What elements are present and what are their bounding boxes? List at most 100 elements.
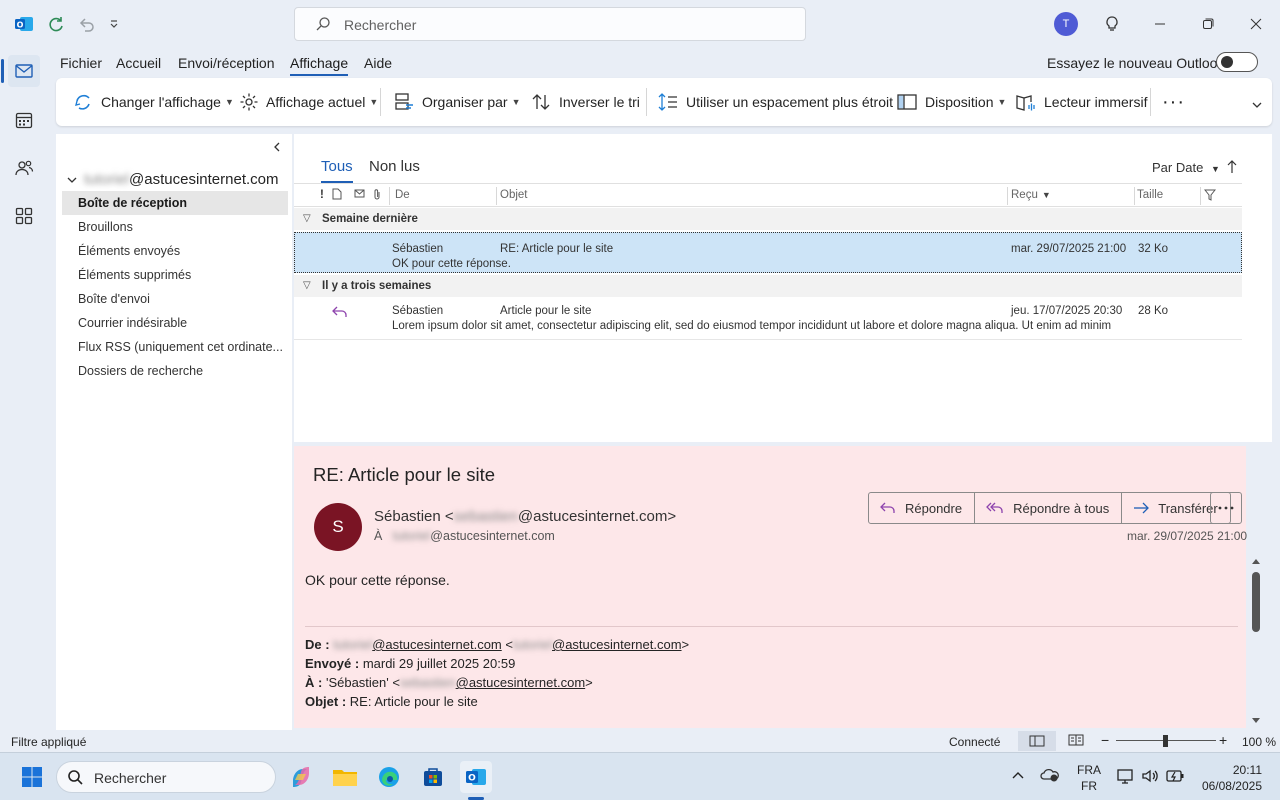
volume-icon[interactable]: [1141, 767, 1159, 785]
account-header[interactable]: tutoriel @astucesinternet.com: [66, 171, 279, 188]
attachment-column-icon[interactable]: [373, 188, 381, 200]
filter-icon[interactable]: [1204, 189, 1216, 201]
icon-column-icon[interactable]: [332, 188, 342, 200]
sync-icon[interactable]: [44, 12, 68, 36]
clock[interactable]: 20:11 06/08/2025: [1200, 762, 1262, 794]
narrow-spacing-button[interactable]: Utiliser un espacement plus étroit: [657, 78, 893, 126]
folder-search[interactable]: Dossiers de recherche: [62, 359, 288, 383]
column-received[interactable]: Reçu ▼: [1011, 189, 1051, 201]
to-prefix: À: [374, 529, 383, 543]
change-view-label: Changer l'affichage: [101, 94, 221, 110]
folder-drafts[interactable]: Brouillons: [62, 215, 288, 239]
arrange-by-button[interactable]: Organiser par ▼: [393, 78, 521, 126]
zoom-in-icon[interactable]: +: [1219, 732, 1227, 748]
quoted-header: De : tutoriel@astucesinternet.com <tutor…: [305, 635, 689, 711]
folder-inbox[interactable]: Boîte de réception: [62, 191, 288, 215]
menu-envoi-reception[interactable]: Envoi/réception: [178, 55, 275, 71]
message-row[interactable]: Sébastien Article pour le site Lorem ips…: [294, 299, 1242, 340]
importance-column-icon[interactable]: !: [320, 189, 324, 201]
zoom-out-icon[interactable]: −: [1101, 732, 1109, 748]
quoted-to-link[interactable]: sebastien@astucesinternet.com: [400, 675, 585, 690]
message-preview: Lorem ipsum dolor sit amet, consectetur …: [392, 320, 1112, 332]
menu-affichage[interactable]: Affichage: [290, 55, 349, 76]
undo-icon[interactable]: [74, 12, 98, 36]
network-icon[interactable]: [1116, 767, 1134, 785]
column-subject[interactable]: Objet: [500, 189, 528, 201]
windows-start-icon[interactable]: [16, 761, 48, 793]
new-outlook-toggle[interactable]: [1216, 52, 1258, 72]
more-actions-icon[interactable]: [1210, 492, 1242, 524]
message-from: Sébastien: [392, 243, 444, 255]
calendar-icon[interactable]: [8, 104, 40, 136]
collapse-pane-icon[interactable]: [272, 142, 282, 152]
chevron-down-icon: ▼: [1210, 164, 1220, 174]
group-header[interactable]: ▽ Il y a trois semaines: [294, 275, 1242, 297]
minimize-button[interactable]: [1148, 12, 1172, 36]
quoted-from-link-2[interactable]: tutoriel@astucesinternet.com: [513, 637, 682, 652]
menu-aide[interactable]: Aide: [364, 55, 392, 71]
change-view-button[interactable]: Changer l'affichage ▼: [72, 78, 234, 126]
people-icon[interactable]: [8, 152, 40, 184]
lightbulb-icon[interactable]: [1100, 12, 1124, 36]
normal-view-icon[interactable]: [1018, 731, 1056, 751]
quoted-from: De : tutoriel@astucesinternet.com <tutor…: [305, 637, 690, 652]
folder-rss[interactable]: Flux RSS (uniquement cet ordinate...: [62, 335, 288, 359]
group-header[interactable]: ▽ Semaine dernière: [294, 208, 1242, 230]
current-view-button[interactable]: Affichage actuel ▼: [239, 78, 378, 126]
quoted-to-domain: @astucesinternet.com: [455, 675, 586, 690]
column-from[interactable]: De: [395, 189, 410, 201]
search-input[interactable]: Rechercher: [294, 7, 806, 41]
mail-icon[interactable]: [8, 55, 40, 87]
customize-quick-access-icon[interactable]: [102, 12, 126, 36]
reverse-sort-button[interactable]: Inverser le tri: [530, 78, 640, 126]
quoted-from-label: De :: [305, 637, 330, 652]
quoted-to-label: À :: [305, 675, 323, 690]
immersive-reader-button[interactable]: Lecteur immersif: [1015, 78, 1147, 126]
close-button[interactable]: [1244, 12, 1268, 36]
reading-scrollbar[interactable]: [1250, 556, 1262, 726]
folder-outbox[interactable]: Boîte d'envoi: [62, 287, 288, 311]
sort-direction-icon[interactable]: [1226, 160, 1238, 174]
expand-ribbon-icon[interactable]: [1251, 90, 1270, 120]
column-size[interactable]: Taille: [1137, 189, 1163, 201]
chevron-up-icon[interactable]: [1012, 770, 1024, 780]
copilot-icon[interactable]: [285, 761, 317, 793]
user-avatar[interactable]: T: [1054, 12, 1078, 36]
flag-column-icon[interactable]: [354, 187, 366, 199]
quoted-from-link[interactable]: tutoriel@astucesinternet.com: [333, 637, 502, 652]
taskbar-search[interactable]: Rechercher: [56, 761, 276, 793]
reply-all-button[interactable]: Répondre à tous: [975, 493, 1123, 523]
language-indicator[interactable]: FRA FR: [1077, 762, 1101, 794]
zoom-slider-thumb[interactable]: [1163, 735, 1168, 747]
change-view-icon: [75, 94, 90, 110]
outlook-taskbar-icon[interactable]: O: [460, 761, 492, 793]
folder-junk[interactable]: Courrier indésirable: [62, 311, 288, 335]
folder-sent[interactable]: Éléments envoyés: [62, 239, 288, 263]
reply-button[interactable]: Répondre: [869, 493, 976, 523]
tab-unread[interactable]: Non lus: [369, 158, 420, 175]
layout-button[interactable]: Disposition ▼: [896, 78, 1006, 126]
menu-fichier[interactable]: Fichier: [60, 55, 102, 71]
message-row[interactable]: Sébastien RE: Article pour le site OK po…: [294, 232, 1242, 273]
quoted-subject-value: RE: Article pour le site: [349, 694, 478, 709]
taskbar: Rechercher O FRA FR 20:11 06/08/2025: [0, 752, 1280, 800]
more-options-icon[interactable]: ···: [1162, 78, 1185, 126]
zoom-level[interactable]: 100 %: [1242, 735, 1276, 749]
folder-deleted[interactable]: Éléments supprimés: [62, 263, 288, 287]
microsoft-store-icon[interactable]: [417, 761, 449, 793]
reply-all-icon: [986, 502, 1003, 513]
tab-all[interactable]: Tous: [321, 158, 353, 183]
forward-label: Transférer: [1158, 500, 1218, 516]
apps-icon[interactable]: [8, 200, 40, 232]
sort-dropdown[interactable]: Par Date ▼: [1152, 160, 1220, 175]
menu-accueil[interactable]: Accueil: [116, 55, 161, 71]
maximize-button[interactable]: [1196, 12, 1220, 36]
onedrive-icon[interactable]: [1040, 767, 1060, 783]
battery-icon[interactable]: [1165, 767, 1185, 785]
edge-icon[interactable]: [373, 761, 405, 793]
sender-avatar[interactable]: S: [314, 503, 362, 551]
file-explorer-icon[interactable]: [329, 761, 361, 793]
sender-line[interactable]: Sébastien <sebastien@astucesinternet.com…: [374, 508, 676, 525]
language-line-1: FRA: [1077, 763, 1101, 777]
reading-view-icon[interactable]: [1068, 734, 1084, 746]
